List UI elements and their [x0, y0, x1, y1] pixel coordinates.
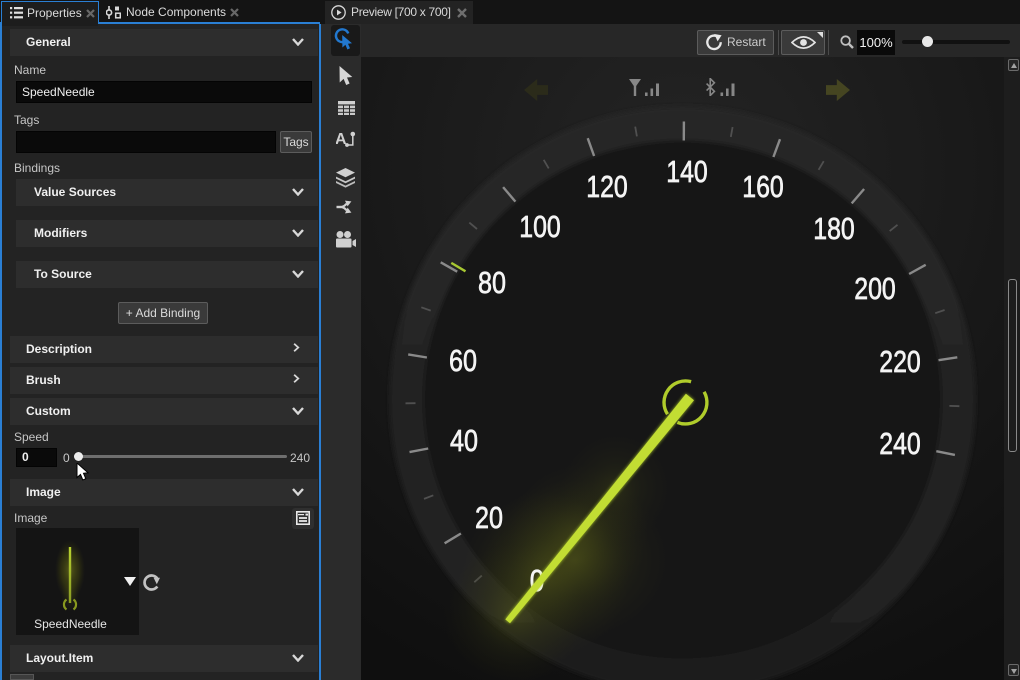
svg-text:60: 60 [449, 343, 477, 378]
svg-text:160: 160 [742, 169, 784, 204]
svg-text:180: 180 [813, 211, 855, 246]
svg-text:40: 40 [450, 423, 478, 458]
svg-text:120: 120 [586, 169, 628, 204]
svg-text:140: 140 [666, 154, 708, 189]
svg-text:20: 20 [475, 500, 503, 535]
svg-text:200: 200 [854, 271, 896, 306]
svg-text:220: 220 [879, 344, 921, 379]
svg-text:100: 100 [519, 209, 561, 244]
svg-text:240: 240 [879, 426, 921, 461]
svg-text:80: 80 [478, 265, 506, 300]
